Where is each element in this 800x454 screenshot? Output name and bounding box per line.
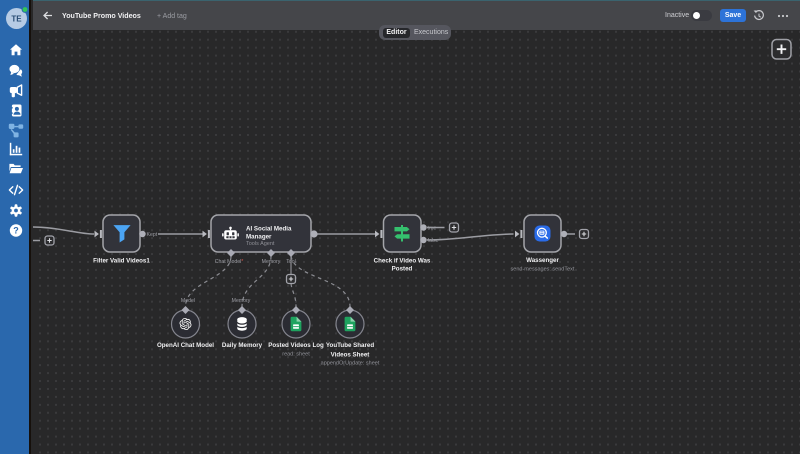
svg-text:OpenAI Chat Model: OpenAI Chat Model [157,342,214,349]
svg-text:Chat Model*: Chat Model* [215,259,244,265]
svg-text:Wassenger: Wassenger [526,257,559,264]
svg-text:Videos Sheet: Videos Sheet [331,351,370,358]
svg-text:Filter Valid Videos1: Filter Valid Videos1 [93,258,150,265]
svg-text:appendOrUpdate: sheet: appendOrUpdate: sheet [321,361,380,367]
svg-text:read: sheet: read: sheet [282,351,310,357]
svg-text:Memory: Memory [232,298,251,304]
svg-text:true: true [428,226,437,232]
svg-text:YouTube Shared: YouTube Shared [326,342,374,349]
svg-text:Tools Agent: Tools Agent [246,241,275,247]
svg-text:TE: TE [11,15,22,24]
svg-text:Check if Video Was: Check if Video Was [374,257,431,264]
svg-text:Memory: Memory [262,259,281,265]
svg-text:?: ? [13,226,19,236]
svg-text:Kept: Kept [147,232,158,238]
svg-text:Model: Model [181,298,195,304]
svg-text:Manager: Manager [246,234,272,241]
svg-text:Tool: Tool [286,259,296,265]
svg-text:AI Social Media: AI Social Media [246,226,292,233]
svg-text:false: false [428,238,439,244]
svg-text:Posted: Posted [392,265,413,272]
svg-text:Daily Memory: Daily Memory [222,342,263,349]
svg-text:Posted Videos Log: Posted Videos Log [268,342,324,349]
svg-text:send-messages: sendText: send-messages: sendText [511,267,575,273]
